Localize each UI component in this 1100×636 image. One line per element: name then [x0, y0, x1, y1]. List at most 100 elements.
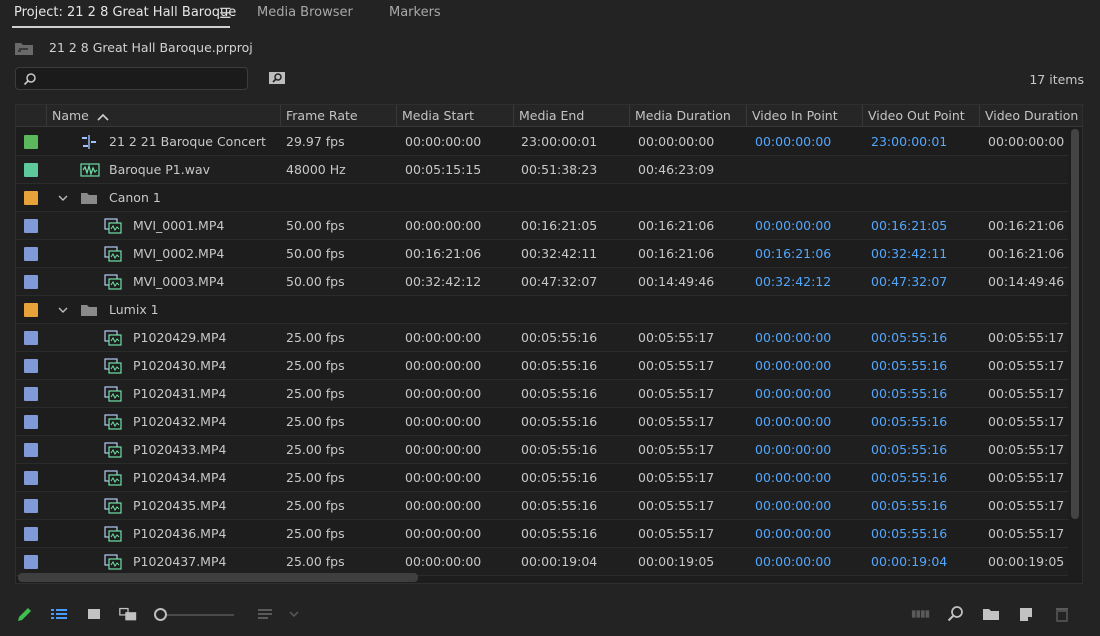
zoom-slider-knob[interactable] [154, 608, 167, 621]
cell-video-out[interactable]: 00:16:21:05 [871, 212, 947, 240]
label-color-swatch[interactable] [24, 303, 38, 317]
item-name[interactable]: P1020433.MP4 [133, 436, 226, 464]
table-row[interactable]: Canon 1 [16, 184, 1068, 212]
item-name[interactable]: P1020436.MP4 [133, 520, 226, 548]
label-color-swatch[interactable] [24, 555, 38, 569]
icon-view-icon[interactable] [84, 604, 104, 624]
label-column-header[interactable] [16, 105, 46, 127]
item-name[interactable]: Lumix 1 [109, 296, 159, 324]
list-view-icon[interactable] [49, 604, 69, 624]
table-row[interactable]: MVI_0003.MP4 50.00 fps 00:32:42:12 00:47:32… [16, 268, 1068, 296]
cell-video-out[interactable]: 00:47:32:07 [871, 268, 947, 296]
label-color-swatch[interactable] [24, 387, 38, 401]
horizontal-scrollbar[interactable] [16, 571, 1066, 583]
label-color-swatch[interactable] [24, 471, 38, 485]
label-color-swatch[interactable] [24, 415, 38, 429]
label-color-swatch[interactable] [24, 247, 38, 261]
item-name[interactable]: MVI_0001.MP4 [133, 212, 224, 240]
item-name[interactable]: MVI_0003.MP4 [133, 268, 224, 296]
cell-video-in[interactable]: 00:32:42:12 [755, 268, 831, 296]
table-row[interactable]: 21 2 21 Baroque Concert 29.97 fps 00:00:00… [16, 128, 1068, 156]
item-name[interactable]: P1020435.MP4 [133, 492, 226, 520]
cell-video-out[interactable]: 00:05:55:16 [871, 520, 947, 548]
item-name[interactable]: 21 2 21 Baroque Concert [109, 128, 266, 156]
label-color-swatch[interactable] [24, 499, 38, 513]
cell-video-in[interactable]: 00:00:00:00 [755, 436, 831, 464]
cell-video-out[interactable]: 23:00:00:01 [871, 128, 947, 156]
column-header-video-in-point[interactable]: Video In Point [746, 105, 862, 127]
cell-video-in[interactable]: 00:00:00:00 [755, 352, 831, 380]
item-name[interactable]: MVI_0002.MP4 [133, 240, 224, 268]
item-name[interactable]: P1020429.MP4 [133, 324, 226, 352]
search-input[interactable] [42, 70, 242, 87]
table-row[interactable]: P1020432.MP4 25.00 fps 00:00:00:00 00:05:55… [16, 408, 1068, 436]
tab-markers[interactable]: Markers [389, 5, 441, 27]
trash-icon[interactable] [1052, 604, 1072, 624]
vertical-scrollbar[interactable] [1069, 129, 1081, 519]
cell-video-out[interactable]: 00:05:55:16 [871, 380, 947, 408]
find-in-bin-icon[interactable] [268, 70, 286, 86]
search-box[interactable] [15, 67, 248, 90]
label-color-swatch[interactable] [24, 275, 38, 289]
cell-video-in[interactable]: 00:00:00:00 [755, 324, 831, 352]
table-row[interactable]: P1020433.MP4 25.00 fps 00:00:00:00 00:05:55… [16, 436, 1068, 464]
table-row[interactable]: P1020430.MP4 25.00 fps 00:00:00:00 00:05:55… [16, 352, 1068, 380]
label-color-swatch[interactable] [24, 331, 38, 345]
table-row[interactable]: MVI_0002.MP4 50.00 fps 00:16:21:06 00:32:42… [16, 240, 1068, 268]
label-color-swatch[interactable] [24, 443, 38, 457]
column-header-name[interactable]: Name [46, 105, 280, 127]
item-name[interactable]: P1020432.MP4 [133, 408, 226, 436]
cell-video-out[interactable]: 00:32:42:11 [871, 240, 947, 268]
panel-menu-icon[interactable]: ☰ [219, 6, 232, 22]
table-row[interactable]: Lumix 1 [16, 296, 1068, 324]
vertical-scrollbar-thumb[interactable] [1071, 129, 1079, 519]
cell-video-in[interactable]: 00:00:00:00 [755, 380, 831, 408]
label-color-swatch[interactable] [24, 359, 38, 373]
cell-video-in[interactable]: 00:00:00:00 [755, 492, 831, 520]
cell-video-out[interactable]: 00:05:55:16 [871, 324, 947, 352]
tab-project[interactable]: Project: 21 2 8 Great Hall Baroque [14, 5, 236, 27]
automate-to-sequence-icon[interactable] [911, 604, 931, 624]
column-header-media-end[interactable]: Media End [513, 105, 629, 127]
item-name[interactable]: P1020434.MP4 [133, 464, 226, 492]
cell-video-in[interactable]: 00:00:00:00 [755, 520, 831, 548]
cell-video-out[interactable]: 00:05:55:16 [871, 492, 947, 520]
sort-icons-icon[interactable] [256, 604, 276, 624]
cell-video-in[interactable]: 00:00:00:00 [755, 212, 831, 240]
label-color-swatch[interactable] [24, 135, 38, 149]
table-row[interactable]: P1020429.MP4 25.00 fps 00:00:00:00 00:05:55… [16, 324, 1068, 352]
cell-video-out[interactable]: 00:05:55:16 [871, 436, 947, 464]
label-color-swatch[interactable] [24, 191, 38, 205]
item-name[interactable]: Baroque P1.wav [109, 156, 210, 184]
new-bin-icon[interactable] [981, 604, 1001, 624]
item-name[interactable]: P1020430.MP4 [133, 352, 226, 380]
table-row[interactable]: P1020431.MP4 25.00 fps 00:00:00:00 00:05:55… [16, 380, 1068, 408]
find-icon[interactable] [946, 604, 966, 624]
cell-video-in[interactable]: 00:16:21:06 [755, 240, 831, 268]
project-bin-icon[interactable] [14, 40, 34, 56]
tab-media-browser[interactable]: Media Browser [257, 5, 353, 27]
chevron-down-icon[interactable] [57, 304, 69, 316]
chevron-down-icon[interactable] [57, 192, 69, 204]
item-name[interactable]: Canon 1 [109, 184, 161, 212]
cell-video-out[interactable]: 00:05:55:16 [871, 464, 947, 492]
pencil-icon[interactable] [15, 604, 35, 624]
zoom-slider-track[interactable] [166, 614, 234, 616]
new-item-icon[interactable] [1016, 604, 1036, 624]
label-color-swatch[interactable] [24, 527, 38, 541]
table-row[interactable]: P1020436.MP4 25.00 fps 00:00:00:00 00:05:55… [16, 520, 1068, 548]
cell-video-in[interactable]: 00:00:00:00 [755, 128, 831, 156]
table-row[interactable]: Baroque P1.wav 48000 Hz 00:05:15:15 00:51:3… [16, 156, 1068, 184]
table-row[interactable]: P1020434.MP4 25.00 fps 00:00:00:00 00:05:55… [16, 464, 1068, 492]
table-row[interactable]: MVI_0001.MP4 50.00 fps 00:00:00:00 00:16:21… [16, 212, 1068, 240]
column-header-media-duration[interactable]: Media Duration [629, 105, 746, 127]
horizontal-scrollbar-thumb[interactable] [18, 573, 418, 582]
column-header-frame-rate[interactable]: Frame Rate [280, 105, 396, 127]
column-header-video-out-point[interactable]: Video Out Point [862, 105, 979, 127]
cell-video-in[interactable]: 00:00:00:00 [755, 464, 831, 492]
table-row[interactable]: P1020435.MP4 25.00 fps 00:00:00:00 00:05:55… [16, 492, 1068, 520]
cell-video-out[interactable]: 00:05:55:16 [871, 352, 947, 380]
cell-video-in[interactable]: 00:00:00:00 [755, 408, 831, 436]
freeform-view-icon[interactable] [118, 604, 138, 624]
column-header-video-duration[interactable]: Video Duration [979, 105, 1082, 127]
